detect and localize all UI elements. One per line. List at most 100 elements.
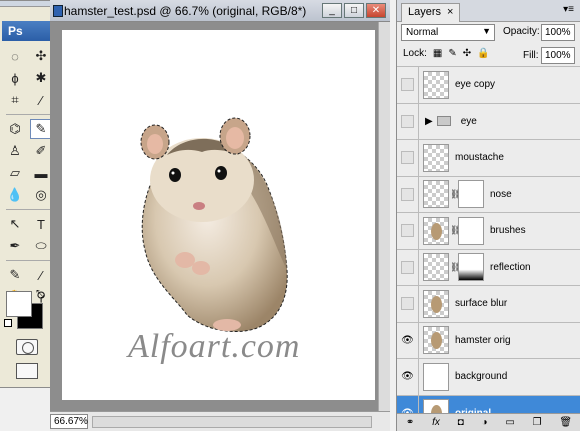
layers-panel: Layers × ▾≡ Normal ▼ Opacity: 100% Lock: … — [396, 0, 580, 431]
visibility-toggle[interactable] — [397, 286, 419, 322]
eraser-tool-icon[interactable]: ▱ — [4, 163, 26, 183]
layer-mask-thumbnail[interactable] — [458, 253, 484, 282]
hidden-box-icon — [401, 187, 414, 201]
shape-tool-icon[interactable]: ⬭ — [30, 236, 52, 256]
visibility-toggle[interactable] — [397, 103, 419, 139]
layer-row[interactable]: 👁 hamster orig — [397, 321, 580, 358]
layer-name: surface blur — [455, 298, 508, 310]
crop-tool-icon[interactable]: ⌗ — [4, 90, 26, 110]
lock-position-icon[interactable]: ✣ — [463, 48, 471, 59]
screen-mode-icon[interactable] — [16, 363, 38, 379]
layer-row[interactable]: ⛓ nose — [397, 175, 580, 212]
maximize-button[interactable]: □ — [344, 3, 364, 18]
layer-list: eye copy ▶ eye moustache ⛓ nose ⛓ brushe… — [397, 66, 580, 431]
visibility-toggle[interactable] — [397, 249, 419, 285]
visibility-toggle[interactable] — [397, 213, 419, 249]
lock-transparency-icon[interactable]: ▦ — [433, 48, 442, 59]
hidden-box-icon — [401, 114, 414, 128]
layer-name: eye — [460, 115, 477, 127]
psd-file-icon — [53, 5, 63, 17]
layer-row[interactable]: eye copy — [397, 66, 580, 103]
gradient-tool-icon[interactable]: ▬ — [30, 163, 52, 183]
eyedropper-tool-icon[interactable]: ⁄ — [30, 90, 52, 110]
hidden-box-icon — [401, 151, 414, 165]
hidden-box-icon — [401, 260, 414, 274]
eye-icon: 👁 — [401, 371, 414, 383]
document-window: hamster_test.psd @ 66.7% (original, RGB/… — [50, 0, 390, 431]
adjustment-layer-icon[interactable]: ◑ — [482, 417, 488, 428]
folder-icon — [436, 116, 451, 127]
visibility-toggle[interactable]: 👁 — [397, 359, 419, 395]
eyedropper-2-tool-icon[interactable]: ⁄ — [30, 265, 52, 285]
horizontal-scrollbar[interactable] — [92, 416, 372, 428]
layer-thumbnail — [423, 143, 449, 172]
fx-icon[interactable]: fx — [432, 417, 440, 428]
tab-layers-label: Layers — [408, 6, 442, 18]
visibility-toggle[interactable]: 👁 — [397, 322, 419, 358]
clone-stamp-tool-icon[interactable]: ♙ — [4, 141, 26, 161]
add-mask-icon[interactable]: ◘ — [458, 417, 464, 428]
link-icon: ⛓ — [450, 261, 462, 272]
lock-all-icon[interactable]: 🔒 — [477, 48, 489, 59]
brush-tool-icon[interactable]: ✎ — [30, 119, 52, 139]
magic-wand-tool-icon[interactable]: ✱ — [30, 68, 52, 88]
layer-row[interactable]: moustache — [397, 139, 580, 176]
layer-mask-thumbnail[interactable] — [458, 180, 484, 209]
document-title: hamster_test.psd @ 66.7% (original, RGB/… — [64, 4, 307, 18]
new-layer-icon[interactable]: ❐ — [533, 417, 542, 428]
tools-panel-grip[interactable] — [0, 1, 55, 7]
fill-field[interactable]: 100% — [541, 47, 575, 64]
image-canvas[interactable]: Alfoart.com — [62, 30, 375, 400]
lock-label: Lock: — [403, 48, 427, 59]
quick-mask-icon[interactable] — [16, 339, 38, 355]
foreground-color-swatch[interactable] — [6, 291, 32, 317]
hamster-image — [140, 117, 288, 333]
lock-pixels-icon[interactable]: ✎ — [448, 48, 456, 59]
dodge-tool-icon[interactable]: ◎ — [30, 185, 52, 205]
chevron-down-icon: ▼ — [482, 26, 491, 36]
opacity-field[interactable]: 100% — [541, 24, 575, 41]
layer-row[interactable]: ⛓ brushes — [397, 212, 580, 249]
minimize-button[interactable]: _ — [322, 3, 342, 18]
layer-row[interactable]: 👁 background — [397, 358, 580, 395]
type-tool-icon[interactable]: T — [30, 214, 52, 234]
visibility-toggle[interactable] — [397, 67, 419, 103]
layers-footer: ⚭ fx ◘ ◑ ▭ ❐ 🗑 — [397, 413, 580, 431]
hidden-box-icon — [401, 297, 414, 311]
link-icon: ⛓ — [450, 225, 462, 236]
swap-colors-icon[interactable]: ⤡ — [36, 289, 44, 300]
default-colors-icon[interactable] — [4, 319, 12, 327]
blur-tool-icon[interactable]: 💧 — [4, 185, 26, 205]
layer-name: moustache — [455, 152, 504, 164]
visibility-toggle[interactable] — [397, 176, 419, 212]
pen-tool-icon[interactable]: ✒ — [4, 236, 26, 256]
trash-icon[interactable]: 🗑 — [559, 417, 572, 428]
vertical-scrollbar[interactable] — [378, 22, 390, 411]
fill-label: Fill: — [523, 50, 539, 61]
document-titlebar[interactable]: hamster_test.psd @ 66.7% (original, RGB/… — [50, 0, 390, 22]
lasso-tool-icon[interactable]: ϕ — [4, 68, 26, 88]
marquee-tool-icon[interactable]: ◌ — [4, 46, 26, 66]
photoshop-logo[interactable]: Ps — [2, 21, 54, 41]
layer-group-row[interactable]: ▶ eye — [397, 102, 580, 139]
panel-menu-icon[interactable]: ▾≡ — [563, 4, 574, 15]
move-tool-icon[interactable]: ✣ — [30, 46, 52, 66]
tab-close-icon[interactable]: × — [447, 6, 453, 18]
layer-row[interactable]: ⛓ reflection — [397, 248, 580, 285]
link-layers-icon[interactable]: ⚭ — [406, 417, 414, 428]
path-selection-tool-icon[interactable]: ↖ — [4, 214, 26, 234]
zoom-level-field[interactable]: 66.67% — [50, 414, 88, 429]
new-group-folder-icon[interactable]: ▭ — [505, 417, 514, 428]
expand-arrow-icon[interactable]: ▶ — [425, 116, 433, 127]
healing-brush-tool-icon[interactable]: ⌬ — [4, 119, 26, 139]
layer-name: background — [455, 371, 508, 383]
hidden-box-icon — [401, 78, 414, 92]
history-brush-tool-icon[interactable]: ✐ — [30, 141, 52, 161]
layer-row[interactable]: surface blur — [397, 285, 580, 322]
notes-tool-icon[interactable]: ✎ — [4, 265, 26, 285]
visibility-toggle[interactable] — [397, 140, 419, 176]
blend-mode-select[interactable]: Normal ▼ — [401, 24, 495, 41]
close-button[interactable]: ✕ — [366, 3, 386, 18]
tab-layers[interactable]: Layers × — [401, 3, 461, 22]
layer-mask-thumbnail[interactable] — [458, 216, 484, 245]
